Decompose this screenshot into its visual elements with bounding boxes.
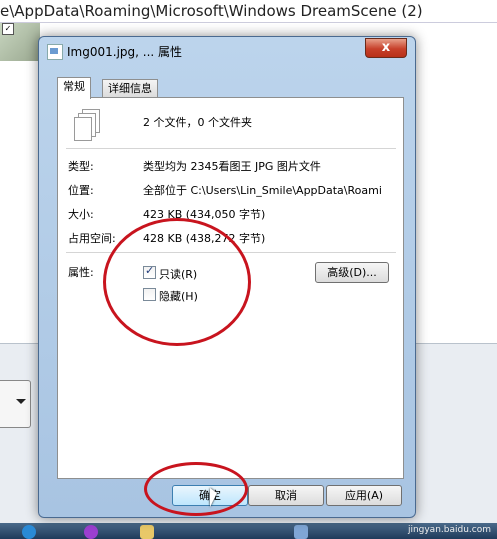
- hidden-checkbox[interactable]: [143, 288, 156, 301]
- dialog-title: Img001.jpg, ... 属性: [67, 45, 183, 59]
- size-on-disk-value: 428 KB (438,272 字节): [143, 232, 266, 245]
- app-icon[interactable]: [84, 525, 98, 539]
- type-label: 类型:: [68, 160, 94, 173]
- general-panel: 2 个文件，0 个文件夹 类型: 类型均为 2345看图王 JPG 图片文件 位…: [57, 97, 404, 479]
- close-button[interactable]: x: [365, 38, 407, 58]
- size-value: 423 KB (434,050 字节): [143, 208, 266, 221]
- file-icon: [47, 44, 63, 60]
- divider: [66, 252, 396, 253]
- attributes-label: 属性:: [68, 266, 94, 279]
- watermark: jingyan.baidu.com: [407, 525, 491, 535]
- multiple-files-icon: [74, 109, 100, 141]
- tab-details[interactable]: 详细信息: [102, 79, 158, 97]
- cancel-button[interactable]: 取消: [248, 485, 324, 506]
- location-value: 全部位于 C:\Users\Lin_Smile\AppData\Roami: [143, 184, 382, 197]
- size-on-disk-label: 占用空间:: [68, 232, 116, 245]
- hidden-label[interactable]: 隐藏(H): [159, 288, 198, 304]
- type-value: 类型均为 2345看图王 JPG 图片文件: [143, 160, 321, 173]
- readonly-label[interactable]: 只读(R): [159, 266, 197, 282]
- file-count-summary: 2 个文件，0 个文件夹: [143, 116, 252, 129]
- folder-icon[interactable]: [140, 525, 154, 539]
- properties-dialog: Img001.jpg, ... 属性 x 常规 详细信息 2 个文件，0 个文件…: [38, 36, 416, 518]
- start-orb-icon[interactable]: [22, 525, 36, 539]
- taskbar: jingyan.baidu.com: [0, 523, 497, 539]
- thumbnail-checkbox[interactable]: ✓: [2, 23, 14, 35]
- chevron-down-icon: [16, 399, 26, 404]
- location-label: 位置:: [68, 184, 94, 197]
- tab-general[interactable]: 常规: [57, 77, 91, 99]
- apply-button[interactable]: 应用(A): [326, 485, 402, 506]
- divider: [66, 148, 396, 149]
- readonly-checkbox[interactable]: [143, 264, 156, 279]
- mouse-cursor-icon: [210, 488, 217, 507]
- address-bar[interactable]: e\AppData\Roaming\Microsoft\Windows Drea…: [0, 0, 497, 23]
- jpg-file-icon[interactable]: [294, 525, 308, 539]
- image-thumbnail[interactable]: ✓: [0, 23, 40, 61]
- dropdown-button[interactable]: [0, 380, 31, 428]
- size-label: 大小:: [68, 208, 94, 221]
- address-path: e\AppData\Roaming\Microsoft\Windows Drea…: [0, 2, 423, 20]
- advanced-button[interactable]: 高级(D)...: [315, 262, 389, 283]
